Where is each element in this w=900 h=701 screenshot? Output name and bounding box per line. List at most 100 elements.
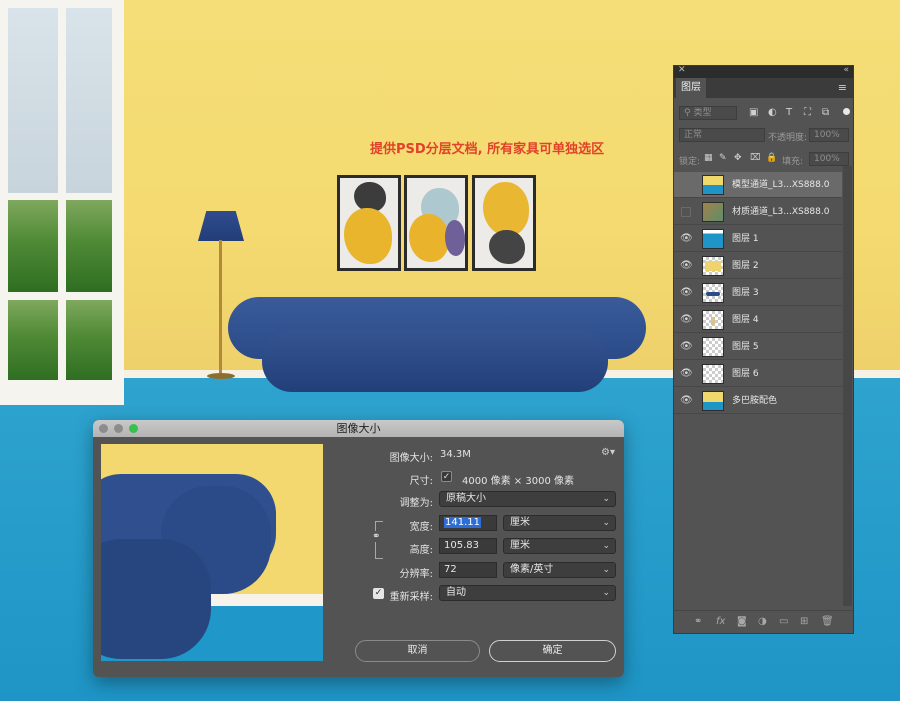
layer-thumbnail	[702, 175, 724, 195]
layer-thumbnail	[702, 391, 724, 411]
lock-transparent-icon[interactable]: ▦	[704, 153, 713, 163]
window-pane	[66, 300, 112, 380]
eye-icon[interactable]: 👁	[680, 341, 693, 353]
resample-label: 重新采样:	[389, 592, 433, 603]
visibility-off-icon[interactable]	[681, 207, 691, 217]
layers-panel: ✕ « 图层 ≡ ⚲ 类型 ▣ ◐ T ⛶ ⧉ 正常 不透明度: 100% 锁定…	[673, 65, 854, 634]
layer-thumbnail	[702, 310, 724, 330]
lock-label: 锁定:	[679, 157, 701, 167]
layer-name: 图层 3	[732, 288, 759, 298]
eye-icon[interactable]: 👁	[680, 260, 693, 272]
dialog-title: 图像大小	[336, 422, 381, 435]
fill-input[interactable]: 100%	[809, 152, 849, 166]
link-layers-icon[interactable]: ⚭	[694, 616, 702, 627]
wall-art-frame	[404, 175, 468, 271]
fill-value: 100%	[814, 154, 840, 164]
eye-icon[interactable]: 👁	[680, 395, 693, 407]
add-mask-icon[interactable]: ◙	[737, 616, 747, 627]
height-value: 105.83	[444, 540, 479, 551]
chevron-down-icon: ⌄	[602, 518, 610, 528]
shape-filter-icon[interactable]: ⛶	[804, 107, 811, 118]
gear-icon[interactable]: ⚙▾	[601, 447, 615, 458]
layer-name: 图层 1	[732, 234, 759, 244]
width-value: 141.11	[444, 517, 481, 528]
width-unit-value: 厘米	[510, 517, 530, 528]
blend-mode-select[interactable]: 正常	[679, 128, 765, 142]
image-preview[interactable]	[101, 444, 323, 661]
fit-to-select[interactable]: 原稿大小 ⌄	[439, 491, 616, 507]
sofa-seat	[262, 330, 608, 392]
wall-art-frame	[472, 175, 536, 271]
layer-name: 多巴胺配色	[732, 396, 778, 406]
minimize-window-button[interactable]	[114, 424, 123, 433]
height-unit-select[interactable]: 厘米 ⌄	[503, 538, 616, 554]
zoom-window-button[interactable]	[129, 424, 138, 433]
image-filter-icon[interactable]: ▣	[749, 107, 758, 118]
layer-row[interactable]: 材质通道_L3...XS888.0	[674, 199, 842, 225]
trash-icon[interactable]: 🗑	[821, 616, 834, 627]
lock-position-icon[interactable]: ✥	[734, 153, 742, 163]
chevron-down-icon: ⌄	[602, 588, 610, 598]
image-size-dialog: 图像大小 图像大小: 34.3M ⚙▾ 尺寸: ✓ 4000 像素 × 3000…	[93, 420, 624, 677]
layer-row[interactable]: 👁 图层 2	[674, 253, 842, 279]
eye-icon[interactable]: 👁	[680, 314, 693, 326]
layer-name: 材质通道_L3...XS888.0	[732, 207, 830, 217]
layer-name: 图层 5	[732, 342, 759, 352]
eye-icon[interactable]: 👁	[680, 233, 693, 245]
layer-row[interactable]: 👁 多巴胺配色	[674, 388, 842, 414]
eye-icon[interactable]: 👁	[680, 368, 693, 380]
width-input[interactable]: 141.11	[439, 515, 497, 531]
opacity-label: 不透明度:	[768, 133, 808, 143]
close-icon[interactable]: ✕	[678, 65, 686, 75]
layer-row[interactable]: 👁 图层 3	[674, 280, 842, 306]
layers-footer: ⚭ fx ◙ ◑ ▭ ⊞ 🗑	[674, 610, 853, 634]
lock-pixels-icon[interactable]: ✎	[719, 153, 727, 163]
eye-icon[interactable]: 👁	[680, 287, 693, 299]
close-window-button[interactable]	[99, 424, 108, 433]
filter-toggle-icon[interactable]	[843, 108, 850, 115]
layer-row[interactable]: 👁 图层 6	[674, 361, 842, 387]
layer-row[interactable]: 👁 图层 4	[674, 307, 842, 333]
visibility-off-icon[interactable]	[681, 180, 691, 190]
layer-thumbnail	[702, 283, 724, 303]
dialog-titlebar: 图像大小	[93, 420, 624, 437]
new-layer-icon[interactable]: ⊞	[800, 616, 808, 627]
smart-object-filter-icon[interactable]: ⧉	[822, 107, 829, 118]
collapse-icon[interactable]: «	[843, 65, 849, 75]
resample-select[interactable]: 自动 ⌄	[439, 585, 616, 601]
layer-row[interactable]: 👁 图层 5	[674, 334, 842, 360]
opacity-value: 100%	[814, 130, 840, 140]
lock-artboard-icon[interactable]: ⌧	[750, 153, 760, 163]
adjustment-filter-icon[interactable]: ◐	[768, 107, 777, 118]
layer-name: 图层 2	[732, 261, 759, 271]
image-size-label: 图像大小:	[389, 453, 433, 464]
type-filter-icon[interactable]: T	[786, 107, 792, 118]
layers-scrollbar[interactable]	[843, 166, 852, 606]
tab-layers[interactable]: 图层	[676, 78, 706, 98]
dimensions-toggle[interactable]: ✓	[441, 471, 452, 482]
window-pane	[8, 300, 58, 380]
ok-button[interactable]: 确定	[489, 640, 616, 662]
resolution-input[interactable]: 72	[439, 562, 497, 578]
resolution-unit-select[interactable]: 像素/英寸 ⌄	[503, 562, 616, 578]
floor-lamp-base	[207, 373, 235, 379]
window	[0, 0, 124, 405]
new-adjustment-icon[interactable]: ◑	[758, 616, 767, 627]
width-unit-select[interactable]: 厘米 ⌄	[503, 515, 616, 531]
layer-row[interactable]: 👁 图层 1	[674, 226, 842, 252]
opacity-input[interactable]: 100%	[809, 128, 849, 142]
blend-mode-value: 正常	[684, 130, 703, 140]
height-input[interactable]: 105.83	[439, 538, 497, 554]
lock-all-icon[interactable]: 🔒	[766, 153, 777, 163]
filter-kind-select[interactable]: ⚲ 类型	[679, 106, 737, 120]
floor-lamp-pole	[219, 240, 222, 376]
fx-icon[interactable]: fx	[716, 616, 725, 627]
layer-row[interactable]: 模型通道_L3...XS888.0	[674, 172, 842, 198]
new-group-icon[interactable]: ▭	[779, 616, 788, 627]
panel-menu-icon[interactable]: ≡	[838, 81, 847, 94]
dimensions-label: 尺寸:	[409, 476, 433, 487]
filter-kind-value: 类型	[693, 108, 712, 118]
wall-art-frame	[337, 175, 401, 271]
cancel-button[interactable]: 取消	[355, 640, 480, 662]
layer-thumbnail	[702, 364, 724, 384]
